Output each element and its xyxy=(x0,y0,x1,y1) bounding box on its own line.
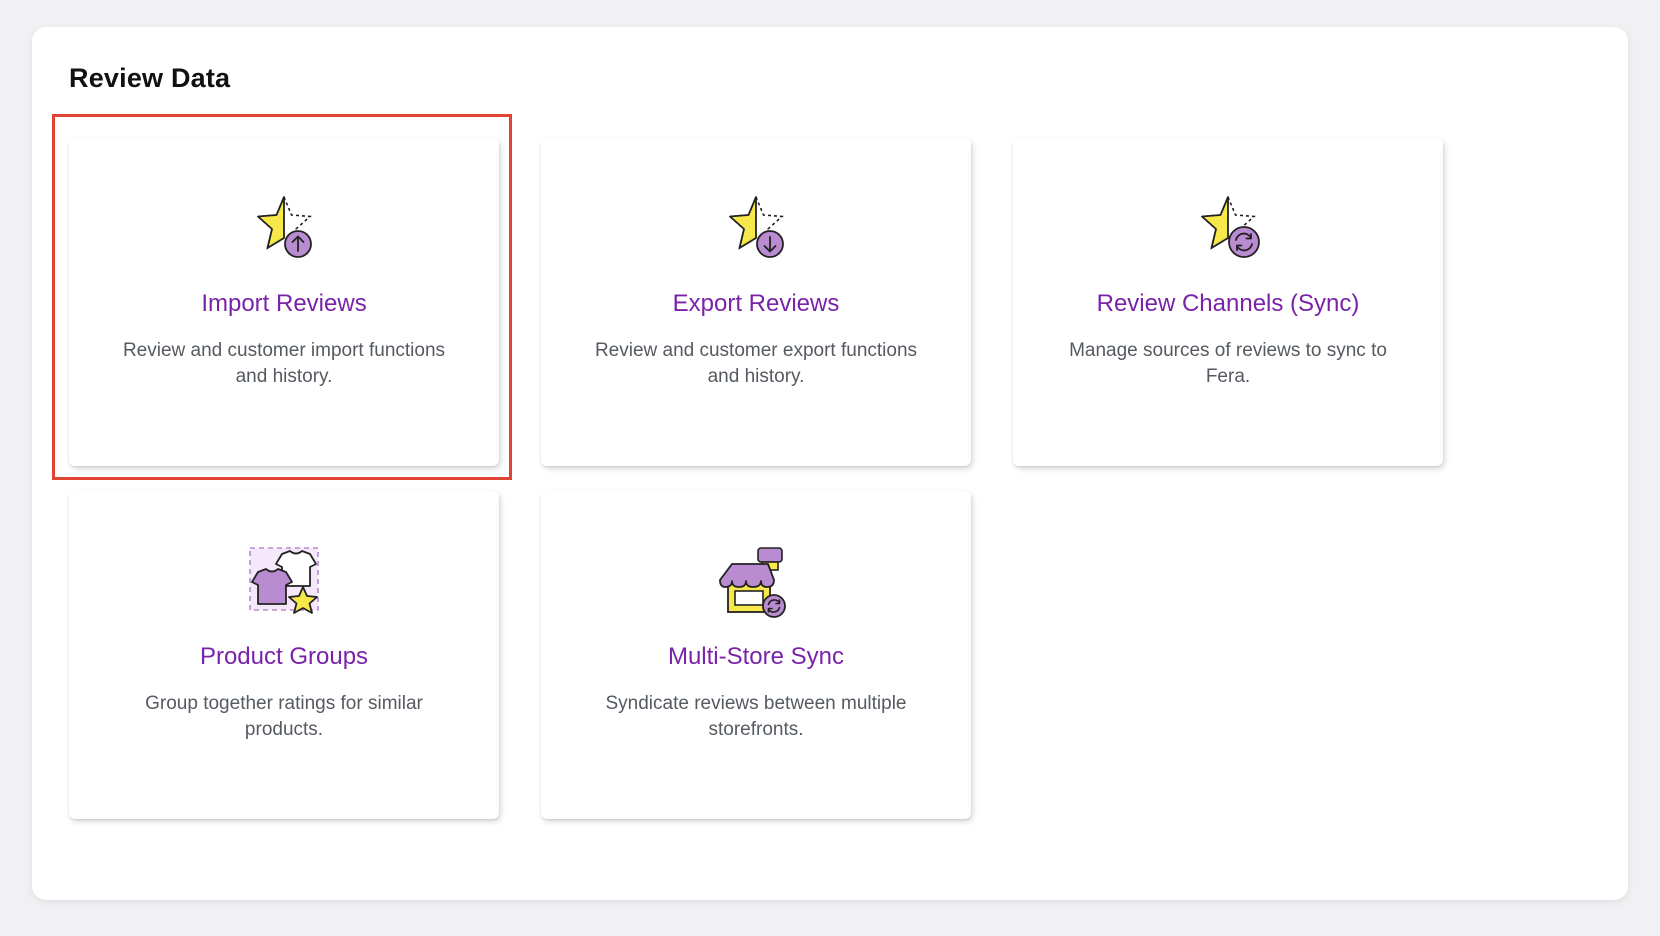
card-title: Export Reviews xyxy=(672,290,840,317)
product-groups-icon xyxy=(246,544,322,620)
star-sync-icon xyxy=(1190,191,1266,267)
card-description: Review and customer export functions and… xyxy=(594,340,918,387)
product-groups-card[interactable]: Product Groups Group together ratings fo… xyxy=(69,491,499,819)
card-title: Product Groups xyxy=(199,643,369,670)
card-description: Manage sources of reviews to sync to Fer… xyxy=(1069,340,1387,387)
multi-store-sync-card[interactable]: Multi-Store Sync Syndicate reviews betwe… xyxy=(541,491,971,819)
export-reviews-card[interactable]: Export Reviews Review and customer expor… xyxy=(541,138,971,466)
card-title: Review Channels (Sync) xyxy=(1096,290,1360,317)
multi-store-icon xyxy=(718,544,794,620)
card-description: Review and customer import functions and… xyxy=(122,340,446,387)
star-import-icon xyxy=(246,191,322,267)
import-reviews-card[interactable]: Import Reviews Review and customer impor… xyxy=(69,138,499,466)
review-channels-card[interactable]: Review Channels (Sync) Manage sources of… xyxy=(1013,138,1443,466)
star-export-icon xyxy=(718,191,794,267)
card-description: Syndicate reviews between multiple store… xyxy=(605,693,907,740)
card-title: Multi-Store Sync xyxy=(667,643,845,670)
card-title: Import Reviews xyxy=(201,290,367,317)
card-description: Group together ratings for similar produ… xyxy=(145,693,423,740)
section-title: Review Data xyxy=(69,63,231,93)
